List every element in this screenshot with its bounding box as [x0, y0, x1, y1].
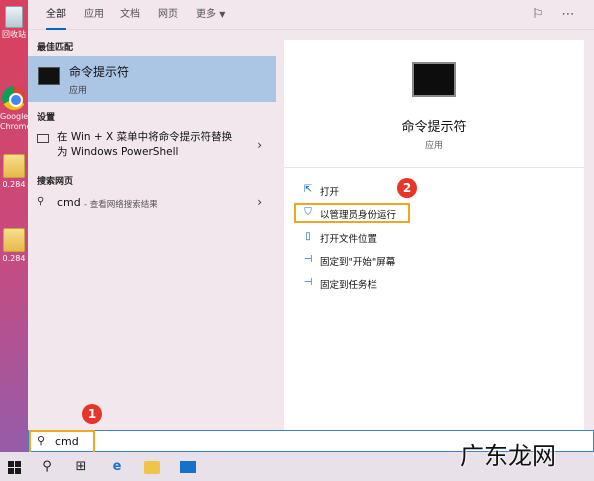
action-pin-to-taskbar[interactable]: ⊣ 固定到任务栏 [300, 275, 540, 293]
tab-documents[interactable]: 文档 [120, 0, 140, 30]
file-explorer-icon[interactable] [144, 458, 162, 476]
action-open-label: 打开 [320, 187, 340, 198]
taskbar-search-icon[interactable]: ⚲ [38, 458, 56, 476]
watermark: 广东龙网 [460, 442, 556, 470]
action-open-file-location[interactable]: ▯ 打开文件位置 [300, 229, 540, 247]
folder-icon [3, 228, 25, 252]
open-icon: ⇱ [303, 184, 313, 195]
folder-icon [3, 154, 25, 178]
pin-icon: ⊣ [303, 277, 313, 288]
desktop-item-label: 0.284 [2, 254, 26, 263]
best-match-heading: 最佳匹配 [37, 43, 74, 53]
desktop-item-label: 回收站 [2, 30, 26, 39]
desktop-item-folder-2[interactable]: 0.284 [0, 228, 28, 264]
tab-all[interactable]: 全部 [46, 0, 66, 30]
tab-web[interactable]: 网页 [158, 0, 178, 30]
search-icon: ⚲ [37, 196, 45, 207]
shield-icon: ⛉ [304, 207, 312, 218]
chrome-icon [2, 86, 26, 110]
desktop-item-recycle-bin[interactable]: 回收站 [0, 6, 28, 40]
settings-item-label: 在 Win + X 菜单中将命令提示符替换为 Windows PowerShel… [57, 131, 233, 158]
recycle-bin-icon [5, 6, 23, 28]
action-pin-to-taskbar-label: 固定到任务栏 [320, 280, 378, 291]
action-open-file-location-label: 打开文件位置 [320, 234, 378, 245]
action-pin-to-start-label: 固定到"开始"屏幕 [320, 257, 396, 268]
tab-more-label: 更多 [196, 9, 216, 20]
feedback-icon[interactable]: ⚐ [531, 8, 545, 22]
action-run-as-admin-label: 以管理员身份运行 [320, 210, 397, 221]
web-search-item[interactable]: ⚲ cmd - 查看网络搜索结果 › [28, 192, 276, 214]
best-match-item[interactable]: 命令提示符 应用 [28, 56, 276, 102]
chevron-right-icon: › [257, 195, 262, 209]
desktop-item-folder-1[interactable]: 0.284 [0, 154, 28, 190]
mail-icon[interactable] [180, 458, 198, 476]
desktop-item-chrome[interactable]: Google Chrome [0, 86, 28, 132]
desktop-item-label: Google Chrome [0, 112, 28, 131]
file-location-icon: ▯ [305, 231, 311, 242]
task-view-icon[interactable]: ⊞ [72, 458, 90, 476]
search-icon: ⚲ [37, 434, 46, 447]
tab-apps[interactable]: 应用 [84, 0, 104, 30]
tab-more[interactable]: 更多 ▼ [196, 0, 225, 30]
detail-title: 命令提示符 [401, 120, 467, 135]
settings-heading: 设置 [37, 113, 56, 123]
pin-icon: ⊣ [303, 254, 313, 265]
chevron-down-icon: ▼ [219, 10, 226, 19]
windows-logo-icon [8, 461, 21, 474]
step-badge-2: 2 [397, 178, 417, 198]
chevron-right-icon: › [257, 138, 262, 152]
results-list: 最佳匹配 命令提示符 应用 设置 在 Win + X 菜单中将命令提示符替换为 … [28, 30, 276, 430]
step-badge-1: 1 [82, 404, 102, 424]
detail-pane: 命令提示符 应用 ⇱ 打开 ⛉ 以管理员身份运行 ▯ 打开文件位置 ⊣ 固定到"… [284, 40, 584, 430]
detail-subtitle: 应用 [424, 141, 443, 151]
web-search-suffix: - 查看网络搜索结果 [84, 200, 158, 210]
command-prompt-icon [412, 62, 456, 97]
start-button[interactable] [6, 458, 24, 476]
search-input[interactable]: cmd [55, 435, 79, 448]
action-run-as-admin[interactable]: ⛉ 以管理员身份运行 [294, 203, 410, 223]
settings-item[interactable]: 在 Win + X 菜单中将命令提示符替换为 Windows PowerShel… [28, 128, 276, 166]
web-search-query: cmd [57, 196, 81, 209]
more-options-icon[interactable]: ⋯ [561, 8, 575, 22]
desktop-item-label: 0.284 [2, 180, 26, 189]
best-match-subtitle: 应用 [69, 86, 88, 96]
search-panel: 全部 应用 文档 网页 更多 ▼ ⚐ ⋯ 最佳匹配 命令提示符 应用 设置 在 … [28, 0, 594, 430]
desktop-strip: 回收站 Google Chrome 0.284 0.284 [0, 0, 28, 452]
best-match-title: 命令提示符 [69, 65, 130, 79]
edge-icon[interactable]: e [108, 458, 126, 476]
settings-window-icon [37, 134, 49, 143]
divider [284, 167, 584, 168]
action-open[interactable]: ⇱ 打开 [300, 182, 540, 200]
action-pin-to-start[interactable]: ⊣ 固定到"开始"屏幕 [300, 252, 540, 270]
web-search-heading: 搜索网页 [37, 177, 74, 187]
search-tabs-bar: 全部 应用 文档 网页 更多 ▼ ⚐ ⋯ [28, 0, 594, 30]
command-prompt-icon [38, 67, 60, 85]
